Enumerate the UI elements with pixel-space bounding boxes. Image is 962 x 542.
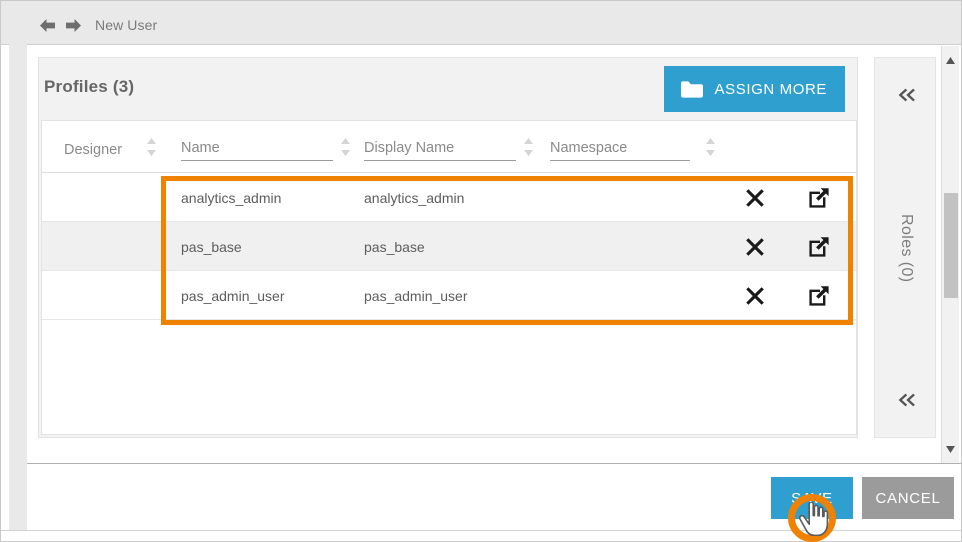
breadcrumb-label: New User — [95, 17, 157, 33]
cell-name: analytics_admin — [181, 173, 356, 222]
table-body: analytics_admin analytics_admin — [42, 173, 856, 320]
column-header-display-name — [364, 121, 516, 173]
scroll-down-arrow-icon[interactable] — [942, 441, 959, 458]
chevron-double-left-icon[interactable] — [875, 80, 937, 110]
cancel-button[interactable]: CANCEL — [862, 477, 954, 519]
cell-namespace — [550, 173, 710, 222]
cell-display-name: pas_admin_user — [364, 271, 539, 320]
page-title: Profiles (3) — [44, 77, 134, 97]
roles-panel-label: Roles (0) — [875, 58, 937, 439]
sort-toggle-display-name[interactable] — [523, 138, 534, 156]
folder-icon — [680, 80, 704, 99]
table-row[interactable]: pas_admin_user pas_admin_user — [42, 271, 856, 320]
filter-input-display-name[interactable] — [364, 139, 516, 161]
left-rail — [9, 45, 27, 530]
roles-collapsed-panel[interactable]: Roles (0) — [874, 57, 936, 438]
profiles-panel: Profiles (3) ASSIGN MORE Designer — [38, 57, 858, 438]
vertical-scrollbar[interactable] — [941, 46, 959, 464]
table-row[interactable]: analytics_admin analytics_admin — [42, 173, 856, 222]
remove-profile-icon[interactable] — [738, 271, 772, 320]
cell-display-name: pas_base — [364, 222, 539, 271]
chevron-double-left-icon[interactable] — [875, 385, 937, 415]
sort-toggle-designer[interactable] — [146, 138, 157, 156]
save-button[interactable]: SAVE — [771, 477, 853, 519]
profiles-panel-header: Profiles (3) ASSIGN MORE — [39, 58, 857, 120]
top-navigation-bar: New User — [1, 1, 961, 45]
profiles-table: Designer — [41, 120, 857, 435]
assign-more-button[interactable]: ASSIGN MORE — [664, 66, 845, 112]
open-profile-icon[interactable] — [802, 271, 836, 320]
sort-toggle-name[interactable] — [340, 138, 351, 156]
sort-toggle-namespace[interactable] — [705, 138, 716, 156]
footer-divider — [27, 463, 961, 464]
open-profile-icon[interactable] — [802, 173, 836, 222]
scroll-up-arrow-icon[interactable] — [942, 52, 959, 69]
filter-input-namespace[interactable] — [550, 139, 690, 161]
assign-more-label: ASSIGN MORE — [715, 81, 827, 98]
open-profile-icon[interactable] — [802, 222, 836, 271]
column-header-name — [181, 121, 333, 173]
scrollbar-thumb[interactable] — [944, 193, 958, 298]
cell-designer — [64, 173, 174, 222]
cell-namespace — [550, 271, 710, 320]
remove-profile-icon[interactable] — [738, 173, 772, 222]
filter-input-name[interactable] — [181, 139, 333, 161]
cell-namespace — [550, 222, 710, 271]
app-window: New User Profiles (3) ASSIGN MORE — [0, 0, 962, 542]
arrow-right-icon[interactable] — [60, 15, 86, 35]
cell-designer — [64, 222, 174, 271]
breadcrumb: New User — [34, 15, 157, 35]
left-rail-top — [9, 1, 27, 45]
window-bottom-edge — [1, 530, 961, 541]
column-header-namespace — [550, 121, 690, 173]
cell-name: pas_base — [181, 222, 356, 271]
table-header-row: Designer — [42, 121, 856, 173]
cell-display-name: analytics_admin — [364, 173, 539, 222]
arrow-left-icon[interactable] — [34, 15, 60, 35]
remove-profile-icon[interactable] — [738, 222, 772, 271]
cell-designer — [64, 271, 174, 320]
table-row[interactable]: pas_base pas_base — [42, 222, 856, 271]
column-header-designer[interactable]: Designer — [64, 121, 122, 173]
cell-name: pas_admin_user — [181, 271, 356, 320]
